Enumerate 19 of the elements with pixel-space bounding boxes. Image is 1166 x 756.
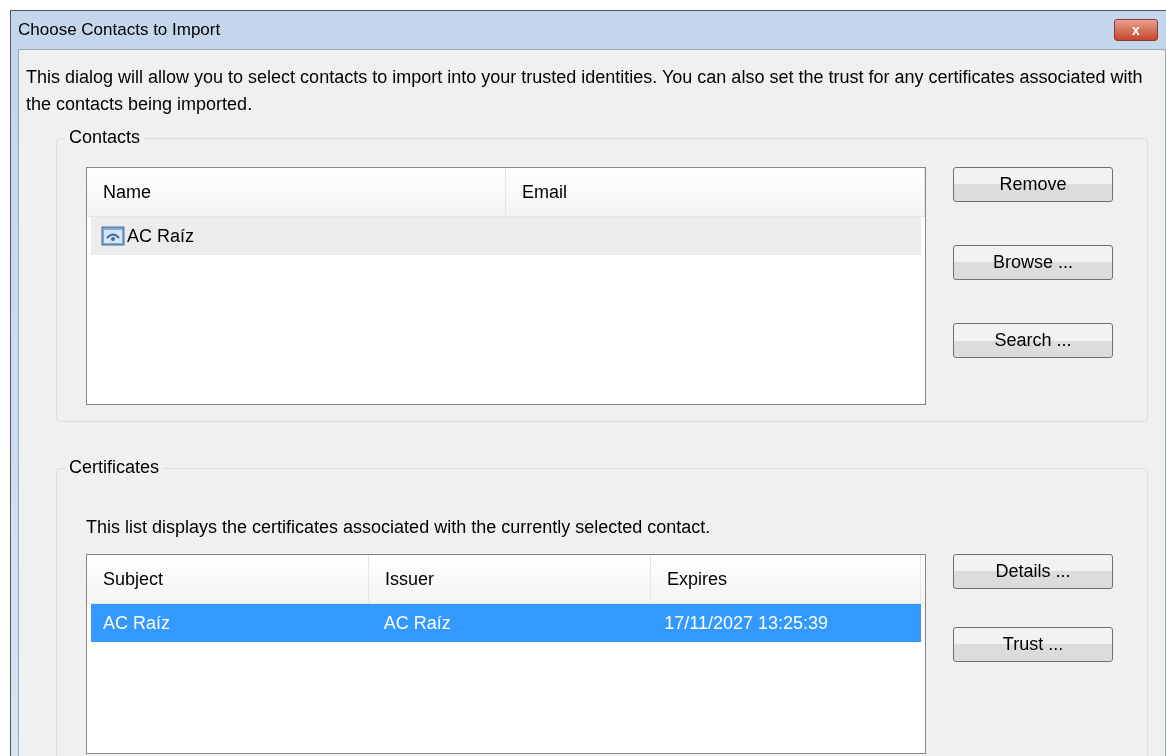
column-header[interactable]: Email xyxy=(506,168,925,216)
intro-text: This dialog will allow you to select contacts to import into your trusted identities. You can also set the trust for any certificates associated with the contacts being imported. xyxy=(26,66,1143,116)
description-text: This list displays the certificates associated with the currently selected contact. xyxy=(86,517,712,538)
table-cell: 17/11/2027 13:25:39 xyxy=(664,612,829,634)
window-title: Choose Contacts to Import xyxy=(18,20,221,40)
column-header[interactable]: Expires xyxy=(651,555,921,603)
action-button[interactable]: Details ... xyxy=(953,554,1113,589)
action-button[interactable]: Browse ... xyxy=(953,245,1113,280)
contact-card-icon xyxy=(101,226,125,246)
table-cell: AC Raíz xyxy=(383,612,451,634)
action-button[interactable]: Remove xyxy=(953,167,1113,202)
column-header[interactable]: Name xyxy=(87,168,506,216)
table-cell: AC Raíz xyxy=(103,612,171,634)
table-cell: AC Raíz xyxy=(127,225,195,247)
column-header[interactable]: Issuer xyxy=(369,555,651,603)
contacts-row[interactable]: AC Raíz xyxy=(91,217,921,255)
column-header[interactable]: Subject xyxy=(87,555,369,603)
action-button[interactable]: Search ... xyxy=(953,323,1113,358)
action-button[interactable]: Trust ... xyxy=(953,627,1113,662)
